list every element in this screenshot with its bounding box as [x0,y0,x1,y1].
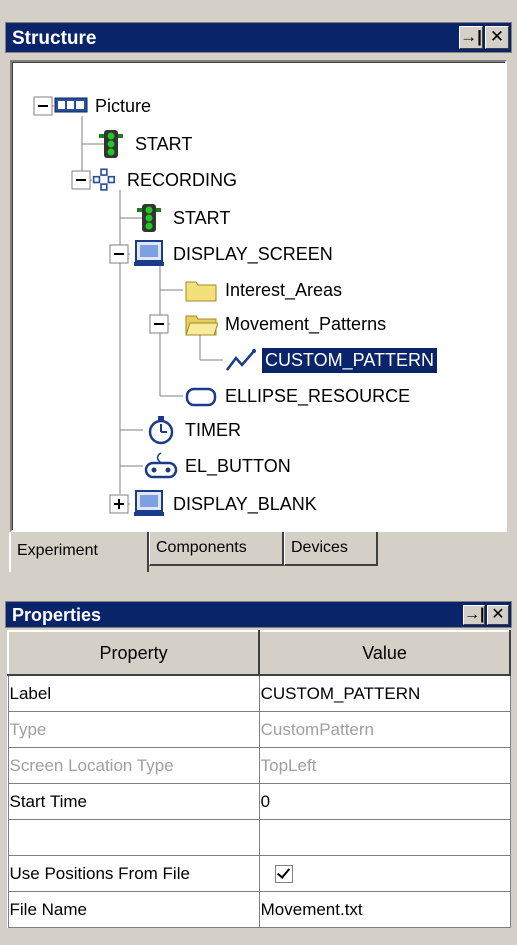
tree-node-display-screen[interactable]: DISPLAY_SCREEN [132,237,336,271]
close-button[interactable]: ✕ [485,26,509,49]
tree-node-label: Interest_Areas [225,279,343,300]
properties-panel: Properties →| ✕ Property Value Label CUS… [5,601,512,941]
tree-node-label: Picture [95,95,152,116]
structure-titlebar: Structure →| ✕ [5,22,512,53]
tree-node-interest-areas[interactable]: Interest_Areas [184,273,345,307]
use-positions-checkbox[interactable] [274,865,293,884]
tree-node-label: Movement_Patterns [225,313,387,334]
column-header-property[interactable]: Property [6,630,261,676]
pin-icon: →| [464,606,485,623]
properties-title: Properties [12,605,102,625]
property-value[interactable] [258,819,511,856]
monitor-icon [134,490,164,516]
property-value[interactable]: CUSTOM_PATTERN [258,674,511,712]
property-name: Label [7,674,260,712]
custom-pattern-icon [226,349,256,371]
tree-node-picture[interactable]: Picture [54,89,154,123]
table-row[interactable]: Start Time 0 [7,783,511,820]
tree-node-timer[interactable]: TIMER [144,413,244,447]
table-row[interactable]: Use Positions From File [7,855,511,892]
tree-node-custom-pattern[interactable]: CUSTOM_PATTERN [224,343,438,377]
structure-tabs: Experiment Components Devices [9,532,378,572]
tree-node-label: START [173,207,231,228]
tab-label: Components [156,539,247,556]
table-row[interactable]: Label CUSTOM_PATTERN [7,674,511,712]
tree-node-label: TIMER [185,419,241,440]
close-icon: ✕ [489,27,505,46]
tab-devices[interactable]: Devices [284,532,378,566]
property-name: Start Time [7,783,260,820]
monitor-icon [134,240,164,266]
tree-node-movement-patterns[interactable]: Movement_Patterns [184,307,389,341]
tree-node-start-child[interactable]: START [132,201,233,235]
tree-node-label: DISPLAY_SCREEN [173,243,333,264]
tree-node-el-button[interactable]: EL_BUTTON [144,449,294,483]
property-value[interactable]: 0 [258,783,511,820]
table-row[interactable]: Screen Location Type TopLeft [7,747,511,784]
pin-button[interactable]: →| [463,605,485,625]
property-value: CustomPattern [258,711,511,748]
ellipse-icon [185,387,217,407]
tree-node-label: START [135,133,193,154]
pin-button[interactable]: →| [459,26,483,49]
tree-node-label: CUSTOM_PATTERN [262,347,438,373]
gamepad-icon [144,452,178,479]
structure-tree[interactable]: Picture START RECORDING START DISPLAY_SC… [10,60,507,532]
tab-experiment[interactable]: Experiment [9,532,149,572]
recording-network-icon [92,168,116,191]
property-name [7,819,260,856]
properties-grid: Property Value Label CUSTOM_PATTERN Type… [6,630,511,928]
property-value: TopLeft [258,747,511,784]
structure-title: Structure [12,28,97,49]
property-value [258,855,511,892]
tree-node-label: DISPLAY_BLANK [173,493,317,514]
table-row[interactable]: Type CustomPattern [7,711,511,748]
tree-node-label: EL_BUTTON [185,455,291,476]
tree-node-start[interactable]: START [94,127,195,161]
close-icon: ✕ [491,606,505,623]
tab-components[interactable]: Components [149,532,284,566]
folder-open-icon [185,315,218,336]
pin-icon: →| [460,27,482,46]
property-name: Screen Location Type [7,747,260,784]
picture-icon [54,97,88,113]
property-name: File Name [7,891,260,928]
table-row[interactable]: File Name Movement.txt [7,891,511,928]
column-header-value[interactable]: Value [258,630,511,676]
traffic-light-icon [137,204,161,232]
properties-titlebar: Properties →| ✕ [5,601,512,628]
property-value[interactable]: Movement.txt [258,891,511,928]
property-name: Use Positions From File [7,855,260,892]
property-name: Type [7,711,260,748]
close-button[interactable]: ✕ [487,605,509,625]
tree-node-label: RECORDING [127,169,238,190]
tree-node-recording[interactable]: RECORDING [92,163,240,197]
tree-node-display-blank[interactable]: DISPLAY_BLANK [132,487,320,521]
tree-node-label: ELLIPSE_RESOURCE [225,385,411,406]
folder-icon [185,281,217,302]
tab-label: Devices [291,539,348,556]
timer-icon [148,416,174,445]
tree-node-ellipse-resource[interactable]: ELLIPSE_RESOURCE [184,379,413,413]
table-row[interactable] [7,819,511,856]
traffic-light-icon [99,130,123,158]
structure-panel: Structure →| ✕ Picture START RECORDING S… [5,22,512,592]
tab-label: Experiment [17,542,98,559]
